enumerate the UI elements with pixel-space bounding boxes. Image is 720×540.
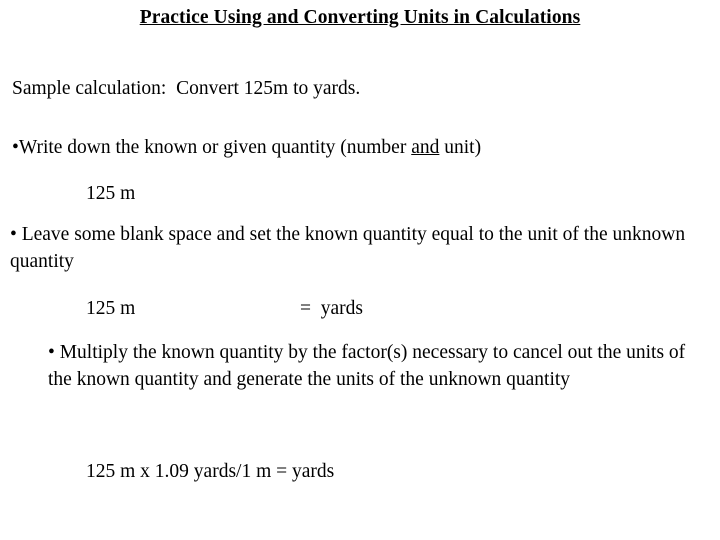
bullet-text-leave-blank-space: Leave some blank space and set the known… [10,224,686,272]
known-quantity-value: 125 m [86,183,136,204]
bullet-item-write-down: •Write down the known or given quantity … [12,134,481,161]
sample-calculation-text: Sample calculation: Convert 125m to yard… [12,78,361,99]
final-setup-equation: 125 m x 1.09 yards/1 m = yards [86,461,335,482]
slide-canvas: Practice Using and Converting Units in C… [0,0,720,540]
bullet-text-write-down-emphasis: and [411,137,440,158]
bullet-text-multiply: Multiply the known quantity by the facto… [48,342,686,390]
page-title: Practice Using and Converting Units in C… [139,7,581,28]
bullet-marker-icon: • [48,342,55,363]
bullet-item-leave-blank-space: • Leave some blank space and set the kno… [10,221,716,275]
bullet-text-write-down-after: unit) [439,137,482,158]
bullet-marker-icon: • [10,224,17,245]
equation-left-term: 125 m [86,298,136,319]
bullet-item-multiply: • Multiply the known quantity by the fac… [48,339,693,393]
bullet-marker-icon: • [12,137,19,158]
bullet-text-write-down-before: Write down the known or given quantity (… [18,137,412,158]
equation-right-term: = yards [300,298,363,319]
